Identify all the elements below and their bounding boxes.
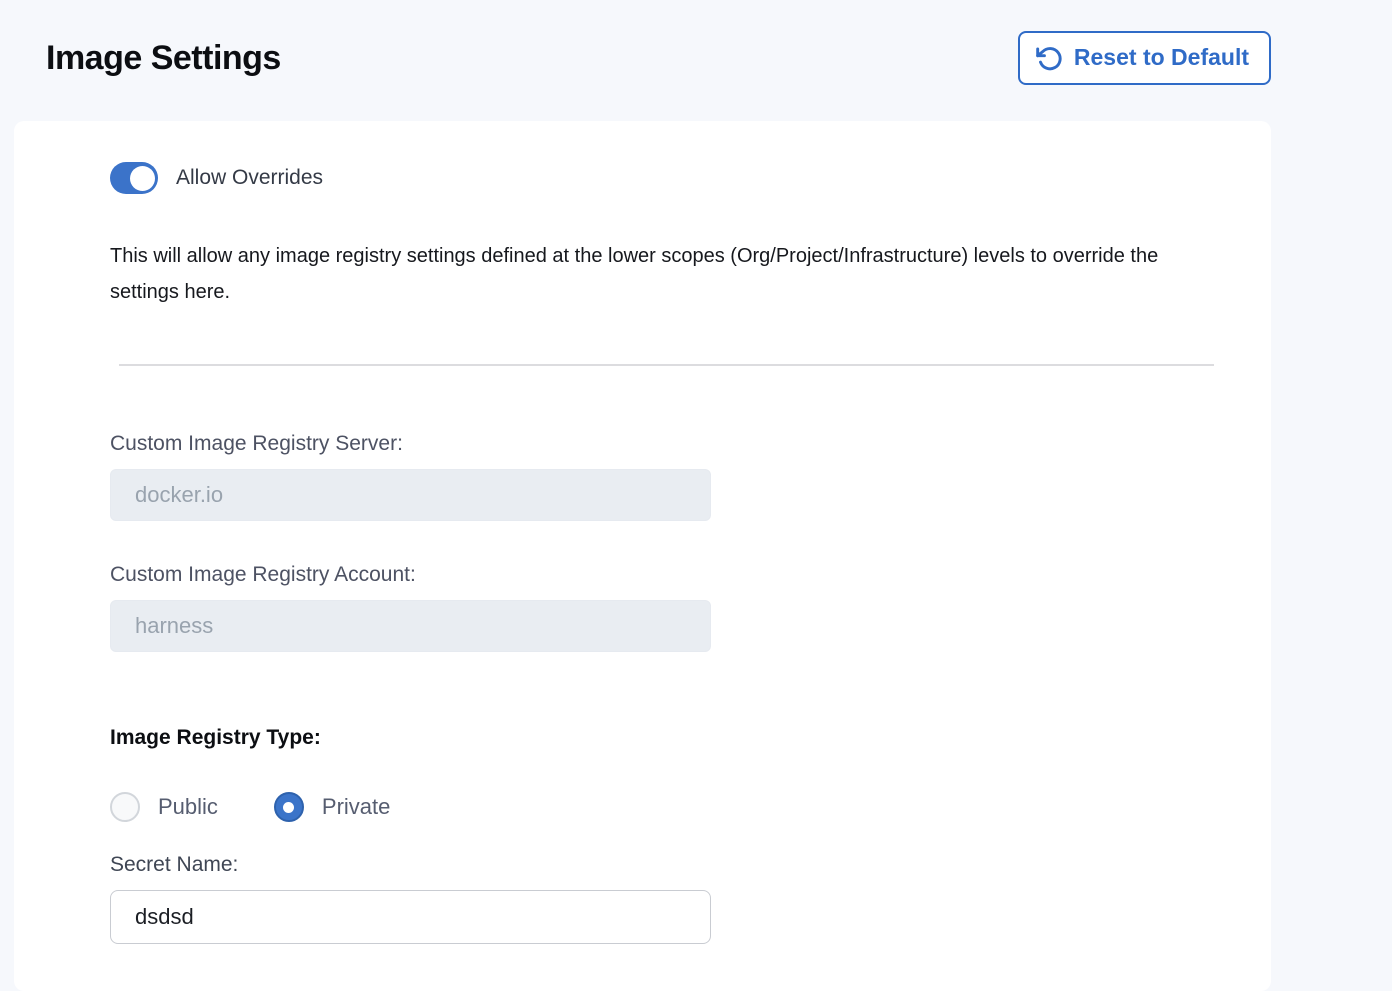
radio-option-private[interactable]: Private bbox=[274, 792, 390, 822]
registry-account-label: Custom Image Registry Account: bbox=[110, 563, 1271, 587]
secret-name-input[interactable] bbox=[110, 890, 711, 944]
radio-option-public[interactable]: Public bbox=[110, 792, 218, 822]
registry-type-radio-group: Public Private bbox=[110, 792, 1271, 822]
allow-overrides-row: Allow Overrides bbox=[110, 162, 1271, 194]
registry-server-input[interactable] bbox=[110, 469, 711, 521]
page-header: Image Settings Reset to Default bbox=[0, 0, 1392, 88]
radio-button-public[interactable] bbox=[110, 792, 140, 822]
reset-button-label: Reset to Default bbox=[1074, 44, 1249, 72]
registry-account-input[interactable] bbox=[110, 600, 711, 652]
page-title: Image Settings bbox=[46, 39, 281, 78]
radio-label-public: Public bbox=[158, 794, 218, 820]
section-divider bbox=[119, 364, 1214, 366]
radio-label-private: Private bbox=[322, 794, 390, 820]
toggle-knob bbox=[130, 166, 155, 191]
radio-button-private[interactable] bbox=[274, 792, 304, 822]
registry-server-label: Custom Image Registry Server: bbox=[110, 432, 1271, 456]
allow-overrides-toggle[interactable] bbox=[110, 162, 158, 194]
allow-overrides-label: Allow Overrides bbox=[176, 166, 323, 190]
reset-to-default-button[interactable]: Reset to Default bbox=[1018, 31, 1271, 85]
image-settings-card: Allow Overrides This will allow any imag… bbox=[14, 121, 1271, 991]
secret-name-label: Secret Name: bbox=[110, 853, 1271, 877]
rotate-ccw-icon bbox=[1036, 45, 1063, 72]
overrides-description: This will allow any image registry setti… bbox=[110, 238, 1225, 310]
registry-type-label: Image Registry Type: bbox=[110, 726, 1271, 750]
